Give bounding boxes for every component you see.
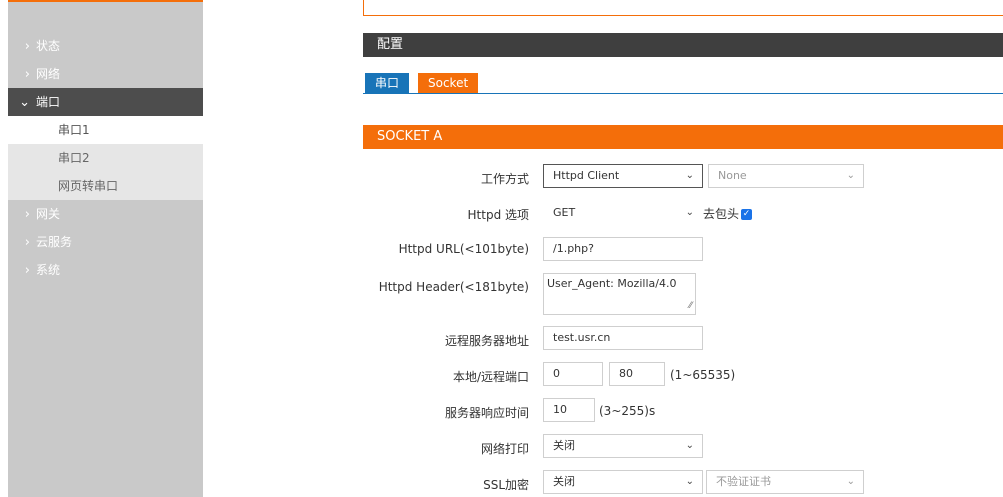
ssl-select[interactable]: 关闭 ⌄ — [543, 470, 703, 494]
port-range-hint: (1~65535) — [670, 368, 736, 382]
main-content: 配置 串口 Socket SOCKET A 工作方式 Httpd Client … — [203, 0, 1003, 495]
httpd-option-label: Httpd 选项 — [467, 208, 529, 222]
sidebar-item-label: 系统 — [36, 263, 61, 277]
sidebar-item-port[interactable]: ⌄ 端口 — [8, 88, 203, 116]
sidebar-item-system[interactable]: › 系统 — [8, 256, 203, 284]
chevron-right-icon: › — [24, 263, 30, 278]
remote-port-input[interactable]: 80 — [609, 362, 665, 386]
work-mode-secondary-value: None — [718, 169, 747, 182]
ssl-cert-select[interactable]: 不验证证书 ⌄ — [706, 470, 864, 494]
checkbox-checked-icon[interactable]: ✓ — [741, 209, 753, 220]
chevron-right-icon: › — [24, 235, 30, 250]
response-time-label: 服务器响应时间 — [444, 406, 529, 420]
strip-header-label: 去包头 — [703, 207, 740, 221]
sidebar-subitem-serial2[interactable]: 串口2 — [8, 144, 203, 172]
ssl-label: SSL加密 — [483, 478, 529, 492]
chevron-down-icon: ⌄ — [846, 476, 855, 487]
strip-header-toggle[interactable]: 去包头 ✓ — [703, 205, 753, 222]
tab-socket[interactable]: Socket — [418, 73, 479, 93]
ssl-cert-value: 不验证证书 — [716, 475, 771, 488]
sidebar-item-label: 端口 — [36, 95, 61, 109]
resize-handle-icon[interactable]: ⁄⁄ — [689, 298, 692, 314]
tab-bar: 串口 Socket — [363, 73, 1003, 94]
chevron-down-icon: ⌄ — [685, 440, 694, 451]
config-header: 配置 — [363, 33, 1003, 57]
work-mode-select[interactable]: Httpd Client ⌄ — [543, 164, 703, 188]
chevron-down-icon: ⌄ — [685, 207, 694, 218]
net-print-select[interactable]: 关闭 ⌄ — [543, 434, 703, 458]
work-mode-label: 工作方式 — [480, 172, 529, 186]
work-mode-value: Httpd Client — [553, 169, 620, 182]
work-mode-secondary-select[interactable]: None ⌄ — [708, 164, 864, 188]
httpd-header-label: Httpd Header(<181byte) — [378, 280, 529, 294]
chevron-down-icon: ⌄ — [685, 476, 694, 487]
sidebar-item-label: 网络 — [36, 67, 61, 81]
sidebar-subitem-serial1[interactable]: 串口1 — [8, 116, 203, 144]
chevron-down-icon: ⌄ — [19, 95, 30, 110]
response-time-hint: (3~255)s — [599, 404, 656, 418]
httpd-url-input[interactable]: /1.php? — [543, 237, 703, 261]
chevron-right-icon: › — [24, 39, 30, 54]
chevron-down-icon: ⌄ — [685, 170, 694, 181]
ssl-value: 关闭 — [553, 475, 575, 488]
ports-label: 本地/远程端口 — [452, 370, 529, 384]
sidebar-item-status[interactable]: › 状态 — [8, 32, 203, 60]
httpd-option-select[interactable]: GET ⌄ — [543, 201, 703, 225]
sidebar-item-label: 状态 — [36, 39, 61, 53]
local-port-input[interactable]: 0 — [543, 362, 603, 386]
remote-server-label: 远程服务器地址 — [444, 334, 529, 348]
net-print-value: 关闭 — [553, 439, 575, 452]
tab-serial[interactable]: 串口 — [365, 73, 410, 93]
remote-server-input[interactable]: test.usr.cn — [543, 326, 703, 350]
sidebar-item-network[interactable]: › 网络 — [8, 60, 203, 88]
sidebar-item-label: 云服务 — [36, 235, 73, 249]
chevron-right-icon: › — [24, 67, 30, 82]
sidebar-subitem-web-to-serial[interactable]: 网页转串口 — [8, 172, 203, 200]
section-header: SOCKET A — [363, 125, 1003, 149]
sidebar-item-label: 网关 — [36, 207, 61, 221]
sidebar-item-cloud[interactable]: › 云服务 — [8, 228, 203, 256]
sidebar-item-gateway[interactable]: › 网关 — [8, 200, 203, 228]
net-print-label: 网络打印 — [480, 442, 529, 456]
top-panel-frame — [363, 0, 1003, 16]
httpd-option-value: GET — [553, 206, 576, 219]
sidebar: › 状态 › 网络 ⌄ 端口 串口1 串口2 网页转串口 › 网关 › 云服务 › 系统 — [8, 0, 203, 497]
chevron-down-icon: ⌄ — [846, 170, 855, 181]
httpd-url-label: Httpd URL(<101byte) — [398, 242, 529, 256]
httpd-header-value: User_Agent: Mozilla/4.0 — [547, 277, 677, 290]
httpd-header-textarea[interactable]: User_Agent: Mozilla/4.0 ⁄⁄ — [543, 273, 696, 315]
chevron-right-icon: › — [24, 207, 30, 222]
response-time-input[interactable]: 10 — [543, 398, 595, 422]
